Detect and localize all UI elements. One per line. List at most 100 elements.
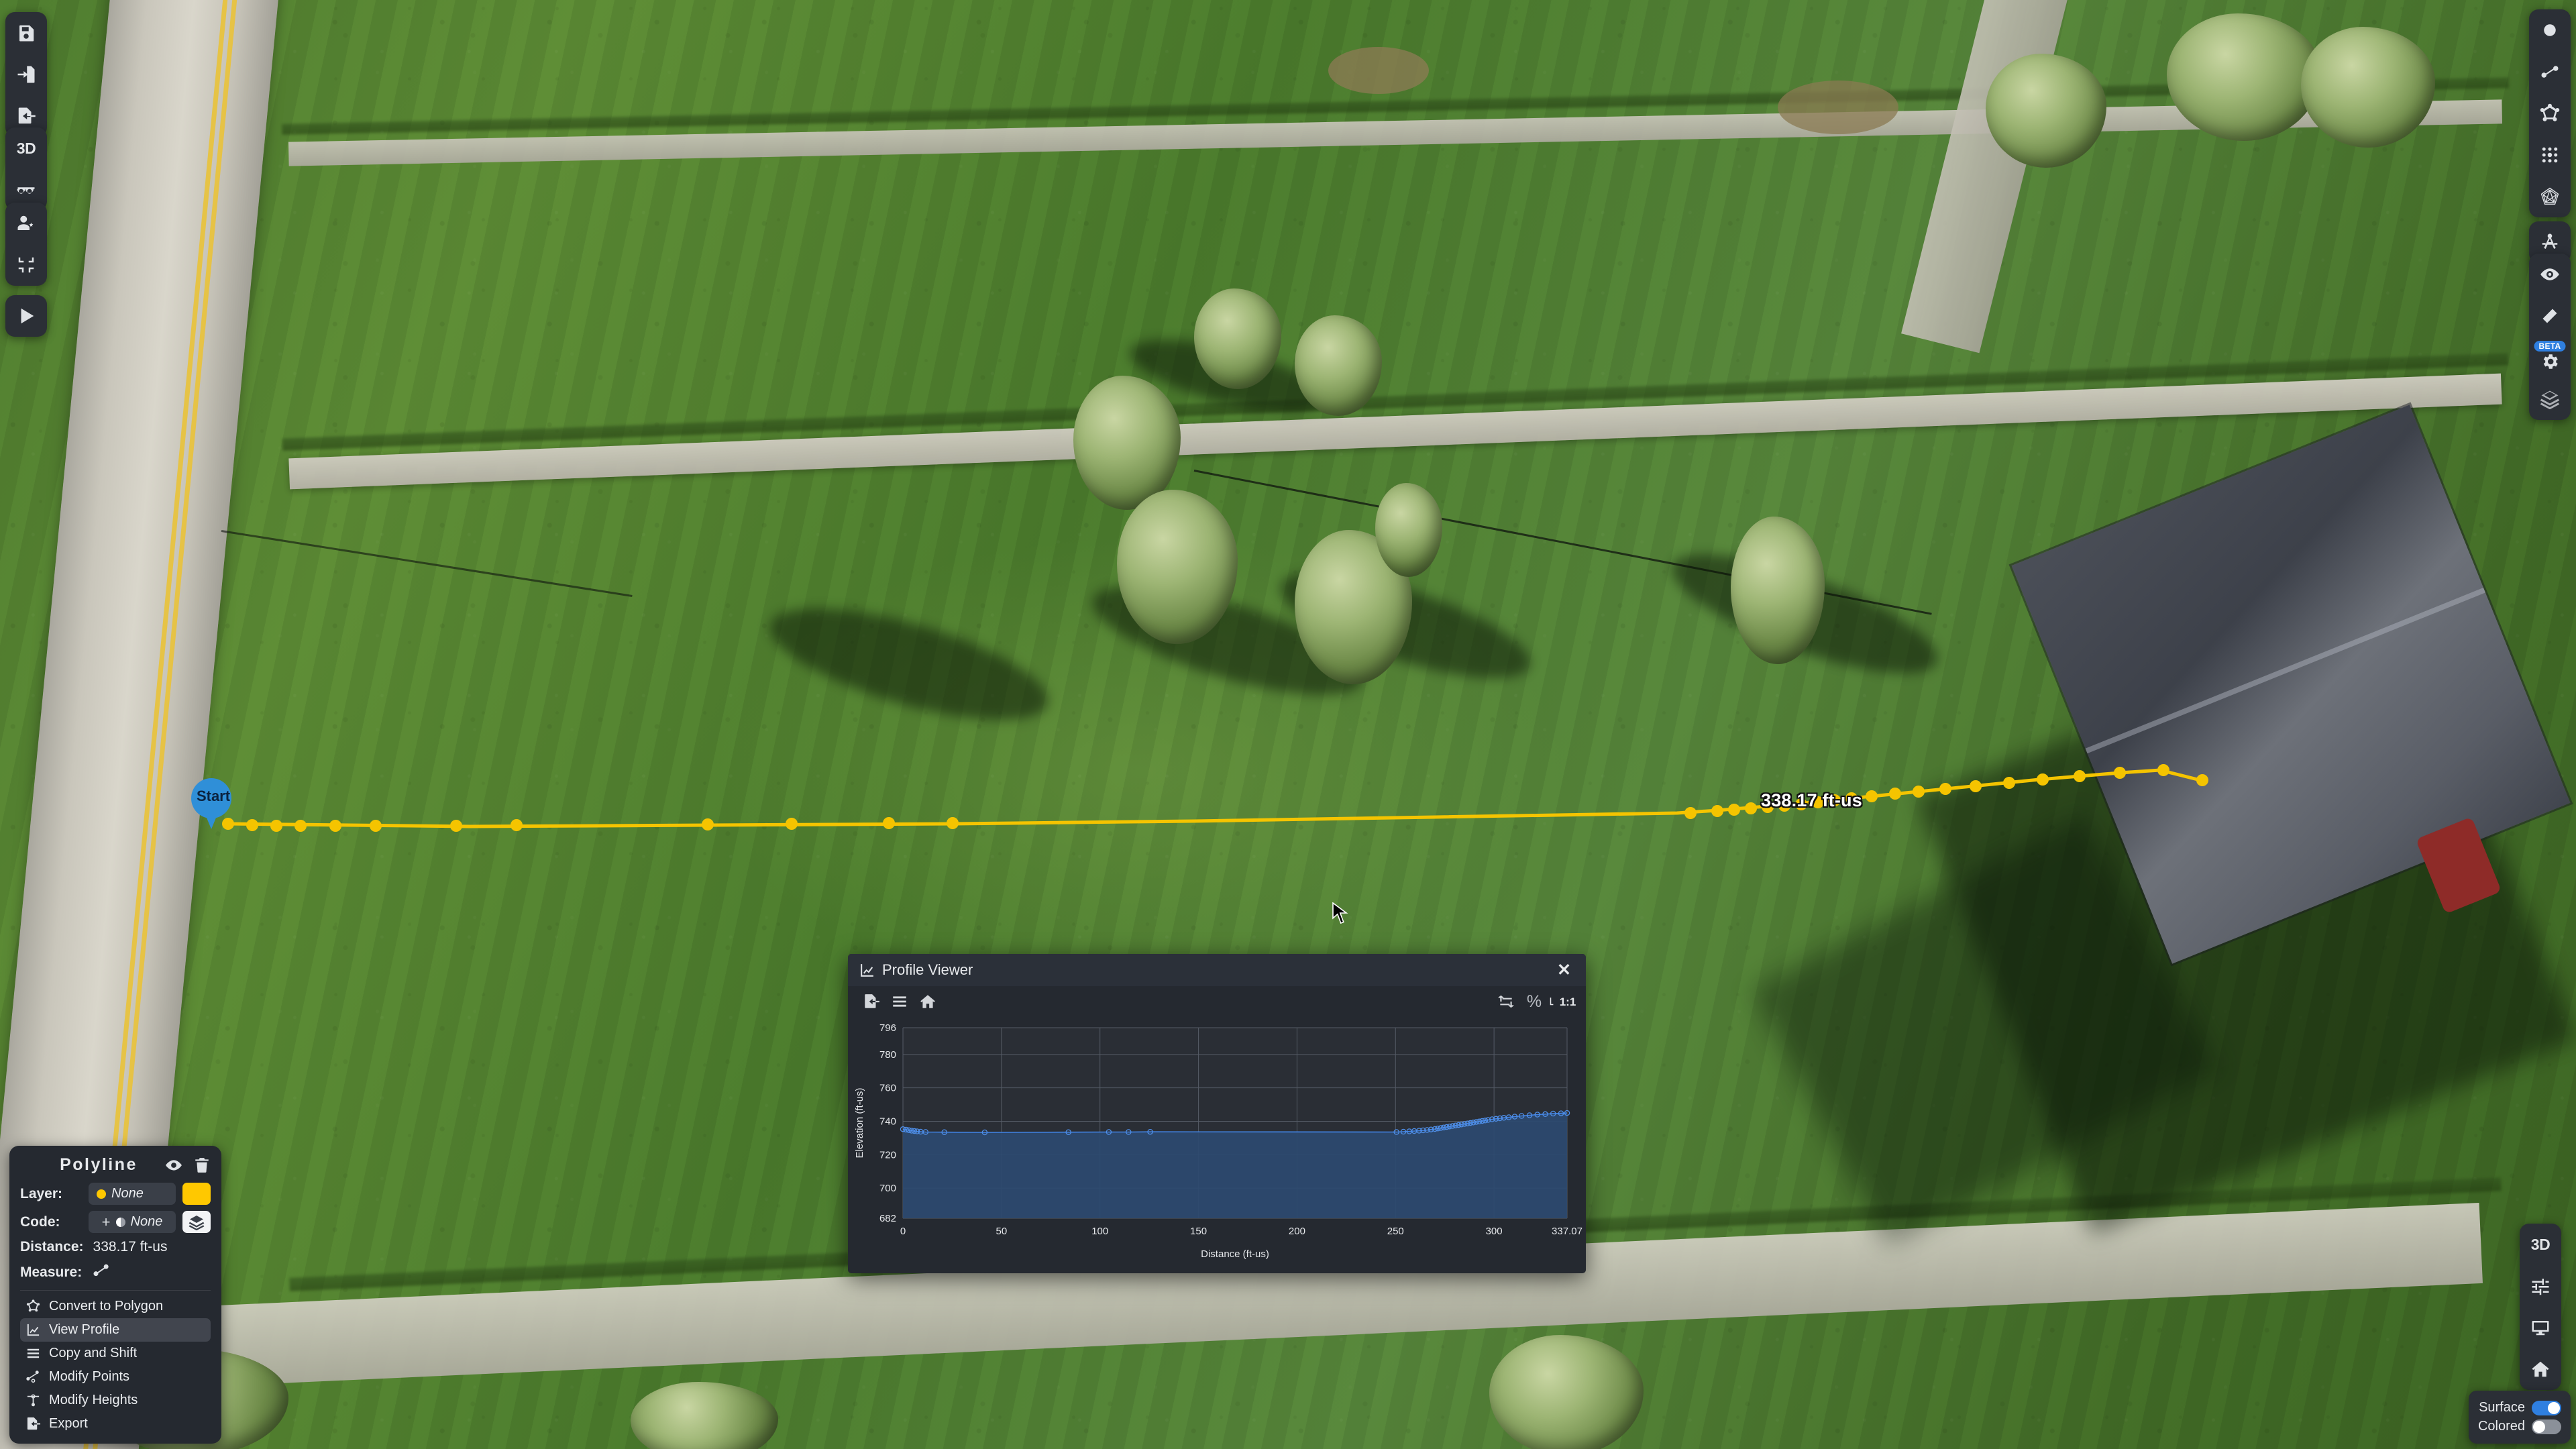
measure-button[interactable] bbox=[2529, 295, 2571, 337]
point-tool-button[interactable] bbox=[2529, 9, 2571, 51]
export-item[interactable]: Export bbox=[20, 1412, 211, 1436]
panel-divider bbox=[20, 1290, 211, 1291]
play-button[interactable] bbox=[5, 295, 47, 337]
convert-to-polygon-item[interactable]: Convert to Polygon bbox=[20, 1295, 211, 1318]
polygon-tool-button[interactable] bbox=[2529, 93, 2571, 134]
colored-toggle-label: Colored bbox=[2477, 1419, 2525, 1434]
polygon-icon bbox=[26, 1299, 40, 1312]
gear-icon bbox=[2543, 354, 2558, 369]
chart-x-axis: 0 50 100 150 200 250 300 337.07 bbox=[900, 1226, 1582, 1237]
chart-svg: 682 700 720 740 760 780 796 0 50 100 150 200 250 300… bbox=[854, 1022, 1582, 1260]
mouse-cursor bbox=[1332, 902, 1349, 925]
svg-text:760: 760 bbox=[879, 1083, 896, 1094]
svg-text:682: 682 bbox=[879, 1213, 896, 1224]
code-select[interactable]: + None bbox=[89, 1211, 176, 1233]
playback-toolbar-group bbox=[5, 295, 47, 337]
modify-points-item[interactable]: Modify Points bbox=[20, 1365, 211, 1389]
elevation-profile-chart[interactable]: 682 700 720 740 760 780 796 0 50 100 150 200 250 300… bbox=[848, 1017, 1586, 1273]
file-export-icon bbox=[18, 107, 36, 124]
code-row: Code: + None bbox=[20, 1211, 211, 1233]
monitor-icon bbox=[2532, 1321, 2549, 1336]
swap-arrows-icon bbox=[1498, 996, 1514, 1008]
modify-heights-icon bbox=[27, 1394, 40, 1407]
pv-swap-button[interactable] bbox=[1492, 989, 1520, 1014]
colored-toggle-row: Colored bbox=[2478, 1419, 2561, 1434]
polyline-visibility-button[interactable] bbox=[165, 1157, 182, 1174]
close-icon[interactable]: ✕ bbox=[1553, 961, 1575, 979]
svg-text:780: 780 bbox=[879, 1049, 896, 1061]
display-settings-button[interactable] bbox=[2520, 1265, 2561, 1307]
utility-toolbar-group: BETA bbox=[2529, 254, 2571, 420]
modify-points-icon bbox=[26, 1371, 39, 1383]
profile-viewer-window: Profile Viewer ✕ % 1:1 682 700 720 740 7… bbox=[848, 954, 1586, 1273]
settings-toolbar-group bbox=[5, 203, 47, 286]
hamburger-icon bbox=[893, 996, 906, 1007]
toggle-knob bbox=[2548, 1401, 2560, 1414]
save-project-button[interactable] bbox=[5, 12, 47, 54]
visibility-button[interactable] bbox=[2529, 254, 2571, 295]
colored-toggle[interactable] bbox=[2532, 1419, 2561, 1434]
play-icon bbox=[21, 308, 34, 324]
view-3d-toggle-button[interactable]: 3D bbox=[2520, 1224, 2561, 1265]
percent-icon: % bbox=[1526, 991, 1542, 1011]
application-window: 338.17 ft-us Start 3D BETA 3D Surface Co… bbox=[0, 0, 2576, 1449]
profile-viewer-titlebar[interactable]: Profile Viewer ✕ bbox=[848, 954, 1586, 986]
hamburger-icon bbox=[27, 1348, 40, 1358]
point-cloud-tool-button[interactable] bbox=[2529, 134, 2571, 176]
surface-toggle-row: Surface bbox=[2478, 1400, 2561, 1415]
polyline-delete-button[interactable] bbox=[193, 1157, 211, 1174]
code-value: None bbox=[130, 1214, 163, 1229]
pv-menu-button[interactable] bbox=[885, 989, 914, 1014]
chart-line-icon bbox=[27, 1324, 40, 1336]
file-export-icon bbox=[865, 994, 879, 1008]
render-toggles-panel: Surface Colored bbox=[2468, 1391, 2571, 1444]
profile-viewer-title: Profile Viewer bbox=[882, 961, 973, 978]
fit-screen-button[interactable] bbox=[5, 244, 47, 286]
svg-text:796: 796 bbox=[879, 1022, 896, 1034]
file-export-icon bbox=[27, 1417, 41, 1430]
view-3d-button[interactable]: 3D bbox=[5, 127, 47, 169]
layers-icon bbox=[2540, 390, 2560, 409]
import-button[interactable] bbox=[5, 54, 47, 95]
settings-button[interactable]: BETA bbox=[2529, 337, 2571, 378]
pv-home-button[interactable] bbox=[914, 989, 942, 1014]
user-gear-icon bbox=[17, 215, 34, 230]
svg-text:300: 300 bbox=[1486, 1226, 1503, 1237]
file-toolbar-group bbox=[5, 12, 47, 137]
svg-text:0: 0 bbox=[900, 1226, 906, 1237]
pv-ratio-button[interactable]: 1:1 bbox=[1548, 989, 1576, 1014]
pv-export-button[interactable] bbox=[857, 989, 885, 1014]
modify-points-label: Modify Points bbox=[49, 1369, 130, 1384]
chart-y-axis: 682 700 720 740 760 780 796 bbox=[879, 1022, 896, 1224]
dirt-patch bbox=[1778, 80, 1898, 134]
polygon-icon bbox=[2540, 103, 2560, 121]
polyline-panel-header: Polyline bbox=[20, 1155, 211, 1175]
copy-and-shift-item[interactable]: Copy and Shift bbox=[20, 1342, 211, 1365]
svg-text:337.07: 337.07 bbox=[1552, 1226, 1582, 1237]
modify-heights-item[interactable]: Modify Heights bbox=[20, 1389, 211, 1412]
layer-color-dot-icon bbox=[97, 1189, 106, 1199]
surface-toggle[interactable] bbox=[2532, 1400, 2561, 1415]
svg-text:100: 100 bbox=[1091, 1226, 1108, 1237]
measure-tool-button[interactable] bbox=[91, 1261, 110, 1283]
mesh-tool-button[interactable] bbox=[2529, 176, 2571, 217]
distance-row: Distance: 338.17 ft-us bbox=[20, 1239, 211, 1255]
measure-label: Measure: bbox=[20, 1264, 83, 1280]
ruler-icon bbox=[2542, 309, 2557, 323]
code-layers-button[interactable] bbox=[182, 1211, 211, 1233]
user-settings-button[interactable] bbox=[5, 203, 47, 244]
layer-color-swatch[interactable] bbox=[182, 1183, 211, 1205]
distance-label: Distance: bbox=[20, 1239, 84, 1254]
pv-percent-button[interactable]: % bbox=[1520, 989, 1548, 1014]
screen-button[interactable] bbox=[2520, 1307, 2561, 1348]
draw-compass-icon bbox=[2542, 233, 2558, 249]
layers-button[interactable] bbox=[2529, 378, 2571, 420]
home-view-button[interactable] bbox=[2520, 1348, 2561, 1390]
profile-chart-icon bbox=[859, 962, 875, 979]
distance-value: 338.17 ft-us bbox=[93, 1239, 168, 1254]
polyline-tool-button[interactable] bbox=[2529, 51, 2571, 93]
layer-select[interactable]: None bbox=[89, 1183, 176, 1205]
view-profile-item[interactable]: View Profile bbox=[20, 1318, 211, 1342]
svg-text:720: 720 bbox=[879, 1149, 896, 1161]
save-icon bbox=[19, 25, 34, 42]
